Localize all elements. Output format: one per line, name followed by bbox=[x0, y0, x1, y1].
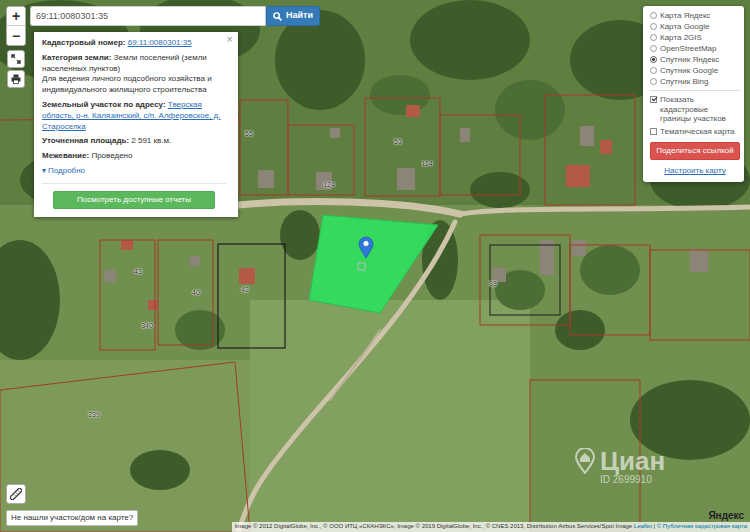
survey-label: Межевание: bbox=[42, 151, 89, 160]
watermark-name: Циан bbox=[600, 448, 665, 474]
zoom-in-button[interactable]: + bbox=[7, 7, 25, 26]
expand-icon bbox=[11, 54, 21, 64]
area-label: Уточненная площадь: bbox=[42, 136, 129, 145]
house-pin-icon bbox=[574, 448, 596, 474]
yandex-logo: Яндекс bbox=[708, 510, 744, 521]
help-link[interactable]: Не нашли участок/дом на карте? bbox=[6, 510, 138, 526]
search-button-label: Найти bbox=[286, 9, 313, 23]
radio-button[interactable] bbox=[650, 23, 657, 30]
radio-button[interactable] bbox=[650, 45, 657, 52]
base-layer-label: OpenStreetMap bbox=[660, 44, 716, 54]
zoom-out-button[interactable]: − bbox=[7, 26, 25, 45]
overlay-option[interactable]: Тематическая карта bbox=[650, 127, 740, 138]
watermark-id: ID 2699910 bbox=[600, 474, 665, 485]
parcel-label: 40 bbox=[192, 289, 200, 296]
map[interactable]: 55 124 53 114 43 42 340 40 38 239 Найти + − × Кад… bbox=[0, 0, 750, 532]
printer-icon bbox=[11, 74, 21, 84]
layer-panel: Карта ЯндексКарта GoogleКарта 2GISOpenSt… bbox=[643, 6, 744, 182]
checkbox[interactable] bbox=[650, 96, 657, 103]
search-bar: Найти bbox=[30, 6, 320, 26]
base-layer-option[interactable]: Карта 2GIS bbox=[650, 32, 740, 43]
search-icon bbox=[273, 12, 282, 21]
attribution: Image © 2012 DigitalGlobe, Inc., © ООО И… bbox=[232, 522, 750, 532]
base-layer-label: Спутник Bing bbox=[660, 77, 708, 87]
checkbox[interactable] bbox=[650, 128, 657, 135]
parcel-label: 124 bbox=[323, 181, 335, 188]
overlay-label: Показать кадастровые границы участков bbox=[660, 95, 740, 124]
parcel-label: 38 bbox=[489, 280, 497, 287]
category-purpose: Для ведения личного подсобного хозяйства… bbox=[42, 74, 212, 94]
ruler-icon bbox=[10, 488, 22, 500]
base-layer-option[interactable]: Спутник Bing bbox=[650, 76, 740, 87]
leaflet-link[interactable]: Leaflet bbox=[634, 523, 652, 529]
zoom-control: + − bbox=[6, 6, 26, 46]
fullscreen-button[interactable] bbox=[7, 50, 25, 68]
details-arrow-icon: ▾ bbox=[42, 166, 46, 177]
reports-button[interactable]: Посмотреть доступные отчеты bbox=[53, 191, 215, 209]
share-button[interactable]: Поделиться ссылкой bbox=[650, 142, 739, 160]
survey-value: Проведено bbox=[91, 151, 132, 160]
parcel-label: 340 bbox=[141, 322, 153, 329]
address-label: Земельный участок по адресу: bbox=[42, 100, 166, 109]
parcel-label: 43 bbox=[134, 268, 142, 275]
area-value: 2 591 кв.м. bbox=[131, 136, 171, 145]
base-layer-option[interactable]: Карта Яндекс bbox=[650, 10, 740, 21]
details-toggle[interactable]: ▾Подробно bbox=[42, 166, 226, 177]
close-button[interactable]: × bbox=[225, 34, 235, 45]
base-layer-option[interactable]: Карта Google bbox=[650, 21, 740, 32]
cadastral-number-label: Кадастровый номер: bbox=[42, 38, 126, 47]
selected-parcel[interactable] bbox=[309, 215, 438, 313]
base-layer-option[interactable]: Спутник Google bbox=[650, 65, 740, 76]
parcel-label: 42 bbox=[241, 286, 249, 293]
parcel-label: 53 bbox=[394, 138, 402, 145]
base-layer-label: Карта Яндекс bbox=[660, 11, 711, 21]
radio-button[interactable] bbox=[650, 67, 657, 74]
cadastral-number-link[interactable]: 69:11:0080301:35 bbox=[128, 38, 192, 47]
radio-button[interactable] bbox=[650, 34, 657, 41]
map-pin-icon[interactable] bbox=[359, 237, 373, 258]
parcel-label: 55 bbox=[245, 130, 253, 137]
source-link[interactable]: © Публичная кадастровая карта bbox=[657, 523, 747, 529]
base-layer-label: Спутник Google bbox=[660, 66, 718, 76]
overlay-option[interactable]: Показать кадастровые границы участков bbox=[650, 95, 740, 124]
base-layer-option[interactable]: Спутник Яндекс bbox=[650, 54, 740, 65]
imagery-credit: Image © 2012 DigitalGlobe, Inc., © ООО И… bbox=[235, 523, 633, 529]
parcel-popup: × Кадастровый номер: 69:11:0080301:35 Ка… bbox=[34, 32, 238, 217]
base-layer-option[interactable]: OpenStreetMap bbox=[650, 43, 740, 54]
measure-button[interactable] bbox=[6, 484, 26, 504]
search-button[interactable]: Найти bbox=[266, 6, 320, 26]
watermark: Циан ID 2699910 bbox=[574, 448, 665, 485]
overlay-label: Тематическая карта bbox=[660, 127, 735, 137]
settings-link[interactable]: Настроить карту bbox=[650, 165, 740, 177]
base-layer-label: Спутник Яндекс bbox=[660, 55, 719, 65]
radio-button[interactable] bbox=[650, 12, 657, 19]
search-input[interactable] bbox=[30, 6, 266, 26]
category-label: Категория земли: bbox=[42, 53, 111, 62]
base-layer-label: Карта 2GIS bbox=[660, 33, 702, 43]
parcel-label: 239 bbox=[88, 411, 100, 418]
radio-button[interactable] bbox=[650, 78, 657, 85]
radio-button[interactable] bbox=[650, 56, 657, 63]
parcel-label: 114 bbox=[421, 160, 432, 167]
print-button[interactable] bbox=[7, 70, 25, 88]
base-layer-label: Карта Google bbox=[660, 22, 709, 32]
attribution-separator: | bbox=[654, 523, 656, 529]
details-label: Подробно bbox=[48, 166, 85, 177]
